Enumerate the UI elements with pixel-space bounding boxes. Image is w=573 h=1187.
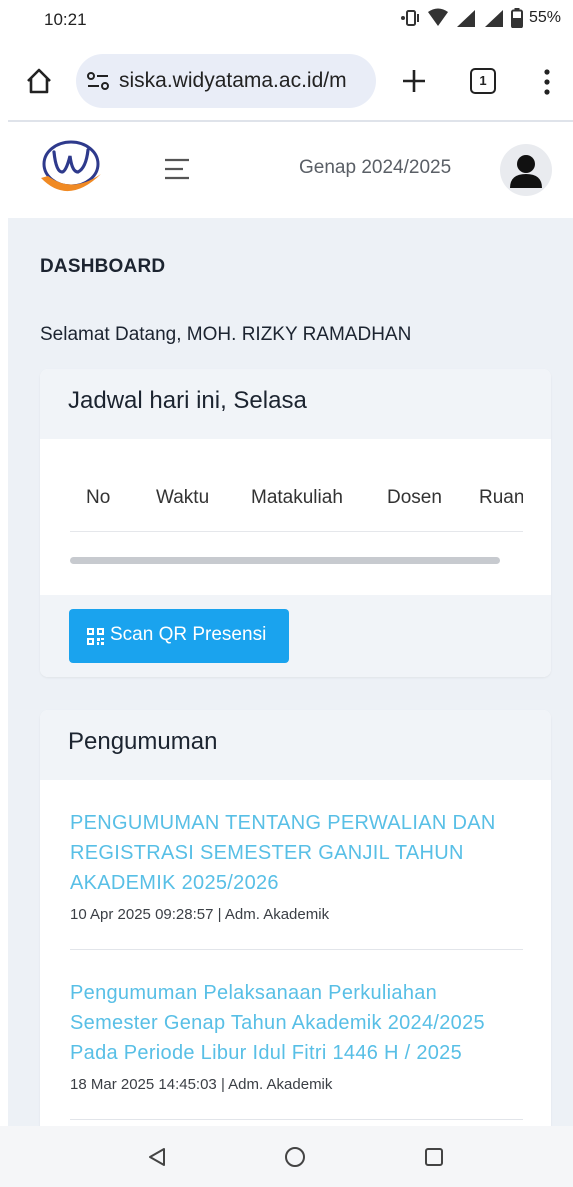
vibrate-icon	[400, 10, 419, 26]
new-tab-icon[interactable]	[399, 66, 429, 96]
column-header-waktu: Waktu	[156, 487, 210, 508]
site-header: Genap 2024/2025	[8, 122, 573, 218]
announcement-item: PENGUMUMAN TENTANG PERWALIAN DAN REGISTR…	[70, 780, 523, 950]
hamburger-menu-icon[interactable]	[163, 158, 191, 180]
schedule-card-footer: Scan QR Presensi	[40, 595, 551, 677]
main-content: DASHBOARD Selamat Datang, MOH. RIZKY RAM…	[8, 218, 573, 1126]
signal-icon-2	[484, 10, 503, 27]
wifi-icon	[427, 8, 448, 26]
scan-qr-button[interactable]: Scan QR Presensi	[69, 609, 289, 663]
system-navigation-bar	[0, 1126, 573, 1187]
address-bar[interactable]: siska.widyatama.ac.id/m	[76, 54, 376, 108]
announcements-title: Pengumuman	[68, 728, 218, 755]
url-text[interactable]: siska.widyatama.ac.id/m	[119, 69, 369, 93]
status-time: 10:21	[44, 10, 87, 29]
announcement-list: PENGUMUMAN TENTANG PERWALIAN DAN REGISTR…	[70, 780, 523, 1120]
status-icons: 55%	[400, 8, 561, 28]
site-settings-icon[interactable]	[86, 70, 110, 92]
announcement-meta: 18 Mar 2025 14:45:03 | Adm. Akademik	[70, 1076, 333, 1093]
announcement-meta: 10 Apr 2025 09:28:57 | Adm. Akademik	[70, 906, 330, 923]
announcements-card: Pengumuman PENGUMUMAN TENTANG PERWALIAN …	[40, 710, 551, 1126]
welcome-text: Selamat Datang, MOH. RIZKY RAMADHAN	[40, 324, 412, 345]
user-icon	[510, 155, 542, 188]
battery-level: 55%	[528, 9, 561, 26]
schedule-card-header: Jadwal hari ini, Selasa	[40, 369, 551, 439]
more-menu-icon[interactable]	[542, 68, 552, 96]
schedule-table-header: No Waktu Matakuliah Dosen Ruang	[70, 439, 523, 532]
status-bar: 10:21 55%	[0, 0, 573, 40]
announcement-link[interactable]: Pengumuman Pelaksanaan Perkuliahan Semes…	[70, 978, 523, 1068]
qr-code-icon	[87, 628, 104, 645]
university-logo[interactable]	[38, 138, 104, 200]
tab-switcher-button[interactable]: 1	[470, 68, 496, 94]
announcement-link[interactable]: PENGUMUMAN TENTANG PERWALIAN DAN REGISTR…	[70, 808, 523, 898]
signal-icon	[456, 10, 475, 27]
column-header-ruang: Ruang	[479, 487, 523, 508]
battery-icon	[510, 8, 523, 28]
home-circle-icon[interactable]	[284, 1146, 306, 1168]
scan-qr-label[interactable]: Scan QR Presensi	[110, 624, 266, 646]
browser-toolbar: siska.widyatama.ac.id/m 1	[0, 40, 573, 120]
schedule-table[interactable]: No Waktu Matakuliah Dosen Ruang	[70, 439, 523, 595]
user-avatar[interactable]	[500, 144, 552, 196]
column-header-dosen: Dosen	[387, 487, 442, 508]
table-horizontal-scrollbar[interactable]	[70, 557, 500, 564]
schedule-title: Jadwal hari ini, Selasa	[68, 387, 307, 414]
column-header-no: No	[86, 487, 111, 508]
announcement-item: Pengumuman Pelaksanaan Perkuliahan Semes…	[70, 950, 523, 1120]
recent-apps-icon[interactable]	[424, 1147, 444, 1167]
schedule-card: Jadwal hari ini, Selasa No Waktu Matakul…	[40, 369, 551, 677]
column-header-matakuliah: Matakuliah	[251, 487, 343, 508]
table-header-divider	[70, 531, 523, 532]
home-icon[interactable]	[24, 66, 54, 96]
back-icon[interactable]	[146, 1146, 168, 1168]
semester-label: Genap 2024/2025	[299, 157, 452, 178]
page-title: DASHBOARD	[40, 256, 166, 277]
announcements-card-header: Pengumuman	[40, 710, 551, 780]
